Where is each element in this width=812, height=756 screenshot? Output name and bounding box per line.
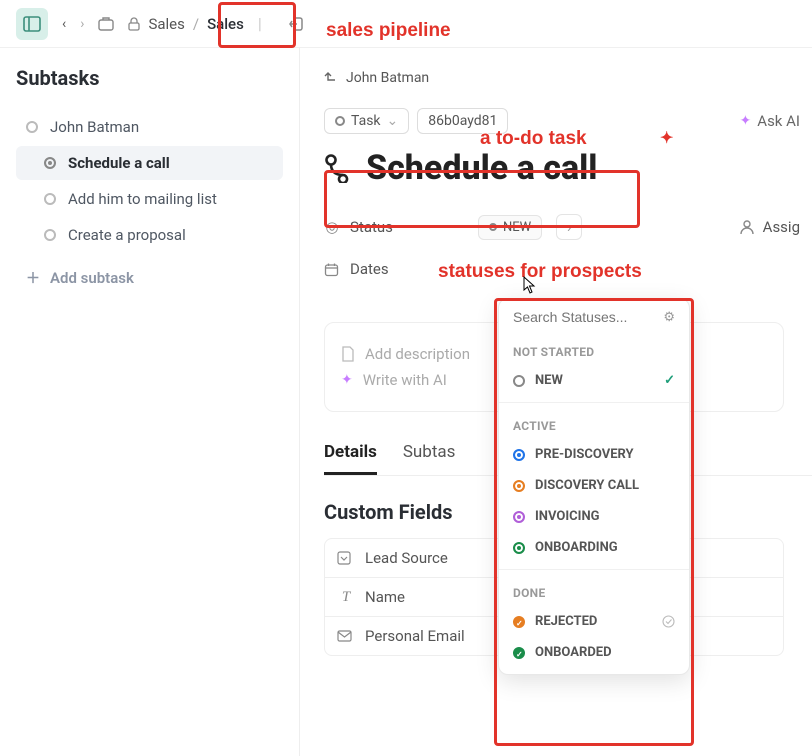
status-dot-icon [44,229,56,241]
assignees-property[interactable]: Assig [739,218,800,236]
status-swatch-icon [513,511,525,523]
subtask-mailing-list[interactable]: Add him to mailing list [16,182,283,216]
task-id-pill[interactable]: 86b0ayd81 [417,108,508,134]
status-search-input[interactable] [513,309,633,325]
status-swatch-icon [513,480,525,492]
add-subtask-button[interactable]: ＋ Add subtask [16,258,283,298]
status-option-rejected[interactable]: REJECTED [499,606,689,637]
status-dot-icon [26,121,38,133]
status-swatch-icon [513,647,525,659]
subtask-parent[interactable]: John Batman [16,110,283,144]
status-popover: ⚙ NOT STARTEDNEW✓ ACTIVEPRE-DISCOVERYDISC… [498,298,690,675]
user-icon [739,219,755,235]
status-option-new[interactable]: NEW✓ [499,365,689,396]
gear-icon[interactable]: ⚙ [663,310,675,325]
panel-icon [23,15,41,33]
status-swatch-icon [513,616,525,628]
history-back-button[interactable]: ‹ [62,16,66,32]
status-group-label: NOT STARTED [499,335,689,365]
text-field-icon: T [337,589,355,606]
status-option-onboarding[interactable]: ONBOARDING [499,532,689,563]
tab-details[interactable]: Details [324,442,377,475]
tab-subtasks[interactable]: Subtas [403,442,456,475]
task-title[interactable]: Schedule a call [324,148,812,188]
status-swatch-icon [513,375,525,387]
email-field-icon [337,630,355,642]
status-option-discovery[interactable]: DISCOVERY CALL [499,470,689,501]
lock-icon [128,17,140,31]
status-dot-icon [44,193,56,205]
subtask-schedule-call[interactable]: Schedule a call [16,146,283,180]
status-option-onboarded[interactable]: ONBOARDED [499,637,689,668]
status-group-label: ACTIVE [499,409,689,439]
calendar-icon [324,262,340,277]
sparkle-icon: ✦ [740,113,752,129]
check-icon: ✓ [664,373,675,388]
space-icon [98,17,114,31]
breadcrumb-list[interactable]: Sales [207,15,244,33]
check-circle-icon [662,615,675,628]
return-up-icon [324,71,338,85]
status-dot-icon [489,223,497,231]
history-forward-button[interactable]: › [80,16,84,32]
status-option-prediscovery[interactable]: PRE-DISCOVERY [499,439,689,470]
exit-icon[interactable] [288,15,306,33]
sparkle-icon: ✦ [341,372,353,388]
status-option-invoicing[interactable]: INVOICING [499,501,689,532]
breadcrumb: Sales / Sales [128,15,243,33]
task-type-pill[interactable]: Task ⌄ [324,108,409,134]
page-icon [341,346,355,362]
status-dot-icon [44,157,56,169]
plus-icon: ＋ [26,268,40,288]
status-group-label: DONE [499,576,689,606]
breadcrumb-space[interactable]: Sales [148,15,184,33]
status-chip[interactable]: NEW [478,215,542,240]
phone-call-icon [324,153,354,183]
status-property-row: ◎ Status NEW › Assig [324,214,812,240]
topbar: ‹ › Sales / Sales | [0,0,812,48]
target-icon: ◎ [324,218,340,236]
status-next-button[interactable]: › [556,214,582,240]
parent-task-link[interactable]: John Batman [324,70,812,86]
status-swatch-icon [513,542,525,554]
status-swatch-icon [513,449,525,461]
subtasks-panel: Subtasks John Batman Schedule a call Add… [0,48,300,756]
status-dot-icon [335,116,345,126]
subtasks-title: Subtasks [16,66,283,90]
dates-property-row[interactable]: Dates [324,260,812,278]
dropdown-field-icon [337,551,355,565]
subtask-create-proposal[interactable]: Create a proposal [16,218,283,252]
sidebar-toggle-button[interactable] [16,8,48,40]
ask-ai-button[interactable]: ✦ Ask AI [740,112,800,130]
